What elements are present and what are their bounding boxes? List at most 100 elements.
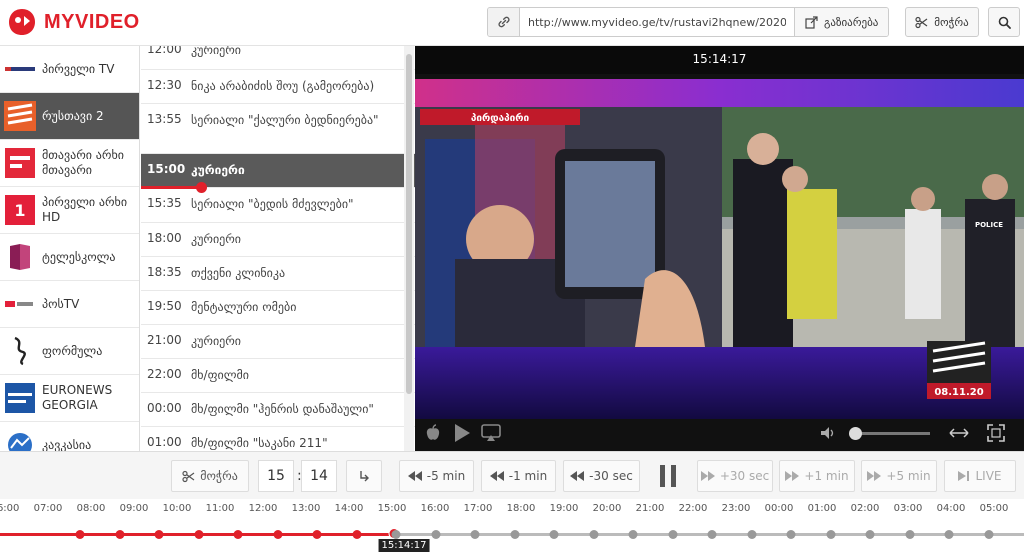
channel-item[interactable]: ფორმულა — [0, 328, 139, 375]
schedule-scrollbar[interactable] — [404, 46, 414, 451]
program-row[interactable]: 15:35 სერიალი "ბედის მძევლები" — [141, 188, 415, 223]
rewind-30-sec-button[interactable]: -30 sec — [563, 460, 640, 492]
timeline-hour-label: 12:00 — [248, 503, 278, 514]
hour-input[interactable]: 15 — [258, 460, 294, 492]
timeline-program-marker[interactable] — [431, 530, 440, 539]
timeline-program-marker[interactable] — [589, 530, 598, 539]
timeline-program-marker[interactable] — [628, 530, 638, 539]
channel-item[interactable]: 1 პირველი არხი HD — [0, 187, 139, 234]
forward-5-min-button[interactable]: +5 min — [861, 460, 937, 492]
program-time: 00:00 — [147, 401, 182, 415]
timeline-program-marker[interactable] — [944, 530, 954, 539]
timeline-hour-label: 00:00 — [764, 503, 794, 514]
timeline-program-marker[interactable] — [786, 530, 796, 539]
forward-1-min-button[interactable]: +1 min — [779, 460, 855, 492]
timeline-program-marker[interactable] — [115, 530, 124, 539]
myvideo-logo[interactable]: MYVIDEO — [6, 6, 140, 38]
timeline-program-marker[interactable] — [984, 530, 993, 539]
timeline-program-marker[interactable] — [391, 530, 401, 539]
volume-slider[interactable] — [849, 427, 930, 440]
forward-5-label: +5 min — [886, 469, 931, 483]
program-row[interactable]: 18:35 თქვენი კლინიკა — [141, 257, 415, 291]
timeline-hour-label: 20:00 — [592, 503, 622, 514]
program-title: კურიერი — [191, 163, 245, 177]
share-url-input[interactable] — [520, 8, 794, 36]
play-icon[interactable] — [453, 423, 471, 443]
share-button-label: გაზიარება — [824, 15, 879, 29]
program-row[interactable]: 12:30 ნიკა არაბიძის შოუ (გამეორება) — [141, 70, 415, 104]
program-row-current[interactable]: 15:00 კურიერი — [141, 154, 415, 193]
timeline-program-marker[interactable] — [747, 530, 756, 539]
channel-item[interactable]: EURONEWS GEORGIA — [0, 375, 139, 422]
share-button[interactable]: გაზიარება — [794, 8, 889, 36]
timeline-program-marker[interactable] — [549, 530, 559, 539]
search-button[interactable] — [988, 7, 1020, 37]
program-time: 01:00 — [147, 435, 182, 449]
link-icon[interactable] — [488, 8, 520, 36]
timeline-hour-label: 14:00 — [334, 503, 364, 514]
timeline-program-marker[interactable] — [233, 530, 243, 539]
timeline-hour-label: 09:00 — [119, 503, 149, 514]
program-row[interactable]: 18:00 კურიერი — [141, 223, 415, 257]
timeline-hour-label: 05:00 — [979, 503, 1009, 514]
timeline-program-marker[interactable] — [194, 530, 203, 539]
channel-item[interactable]: ტელესკოლა — [0, 234, 139, 281]
video-frame: პირდაპირი POLICE 08.11.20 — [415, 79, 1024, 419]
pause-icon[interactable] — [657, 464, 679, 488]
rewind-1-min-button[interactable]: -1 min — [481, 460, 556, 492]
channel-item[interactable]: პოსTV — [0, 281, 139, 328]
forward-30-sec-button[interactable]: +30 sec — [697, 460, 773, 492]
timeline-hour-label: 08:00 — [76, 503, 106, 514]
program-row[interactable]: 01:00 მხ/ფილმი "საკანი 211" — [141, 427, 415, 451]
timeline-program-marker[interactable] — [75, 530, 85, 539]
forward-1-label: +1 min — [804, 469, 849, 483]
program-row[interactable]: 13:55 სერიალი "ქალური ბედნიერება" — [141, 104, 415, 154]
cut-button[interactable]: მოჭრა — [171, 460, 249, 492]
channel-item[interactable]: მთავარი არხი მთავარი — [0, 140, 139, 187]
rewind-5-label: -5 min — [426, 469, 466, 483]
timeline-program-marker[interactable] — [312, 530, 322, 539]
rewind-5-min-button[interactable]: -5 min — [399, 460, 474, 492]
share-url-group: გაზიარება — [487, 7, 890, 37]
program-title: მენტალური ომები — [191, 300, 297, 314]
timeline-program-marker[interactable] — [273, 530, 282, 539]
channel-item[interactable]: კავკასია — [0, 422, 139, 451]
timeline-program-marker[interactable] — [865, 530, 875, 539]
program-row[interactable]: 21:00 კურიერი — [141, 325, 415, 359]
volume-icon[interactable] — [820, 425, 836, 441]
playback-toolbar: მოჭრა 15 : 14 -5 min -1 min -30 sec +30 … — [0, 451, 1024, 499]
airplay-icon[interactable] — [481, 424, 501, 442]
resize-icon[interactable] — [949, 426, 969, 440]
timeline-program-marker[interactable] — [154, 530, 164, 539]
timeline-program-marker[interactable] — [826, 530, 835, 539]
program-row[interactable]: 12:00 კურიერი — [141, 46, 415, 70]
program-title: კურიერი — [191, 46, 242, 57]
program-row[interactable]: 19:50 მენტალური ომები — [141, 291, 415, 325]
volume-slider-handle[interactable] — [849, 427, 862, 440]
timeline-program-marker[interactable] — [352, 530, 361, 539]
channel-item[interactable]: პირველი TV — [0, 46, 139, 93]
timeline-hour-label: 06:00 — [0, 503, 20, 514]
program-row[interactable]: 22:00 მხ/ფილმი — [141, 359, 415, 393]
schedule-scrollbar-thumb[interactable] — [406, 54, 412, 394]
live-banner-text: პირდაპირი — [471, 112, 530, 124]
timeline-program-marker[interactable] — [510, 530, 519, 539]
minute-input[interactable]: 14 — [301, 460, 337, 492]
timeline-hour-label: 10:00 — [162, 503, 192, 514]
timeline-program-marker[interactable] — [668, 530, 677, 539]
timeline-program-marker[interactable] — [905, 530, 914, 539]
logo-text: MYVIDEO — [44, 10, 140, 33]
cut-header-button[interactable]: მოჭრა — [905, 7, 979, 37]
timeline-program-marker[interactable] — [470, 530, 480, 539]
apple-icon[interactable] — [425, 424, 441, 442]
timeline-program-marker[interactable] — [707, 530, 717, 539]
video-player[interactable]: 15:14:17 პირდაპირი POLICE 08.11.20 — [415, 46, 1024, 451]
go-to-time-button[interactable] — [346, 460, 382, 492]
timeline[interactable]: 15:14:17 06:00 07:00 08:00 09:00 10:00 11:00 1… — [0, 499, 1024, 552]
rewind-icon — [489, 471, 504, 481]
fullscreen-icon[interactable] — [987, 424, 1005, 442]
live-button[interactable]: LIVE — [944, 460, 1016, 492]
program-row[interactable]: 00:00 მხ/ფილმი "ჰენრის დანაშაული" — [141, 393, 415, 427]
rewind-1-label: -1 min — [508, 469, 548, 483]
channel-item-active[interactable]: რუსთავი 2 — [0, 93, 139, 140]
